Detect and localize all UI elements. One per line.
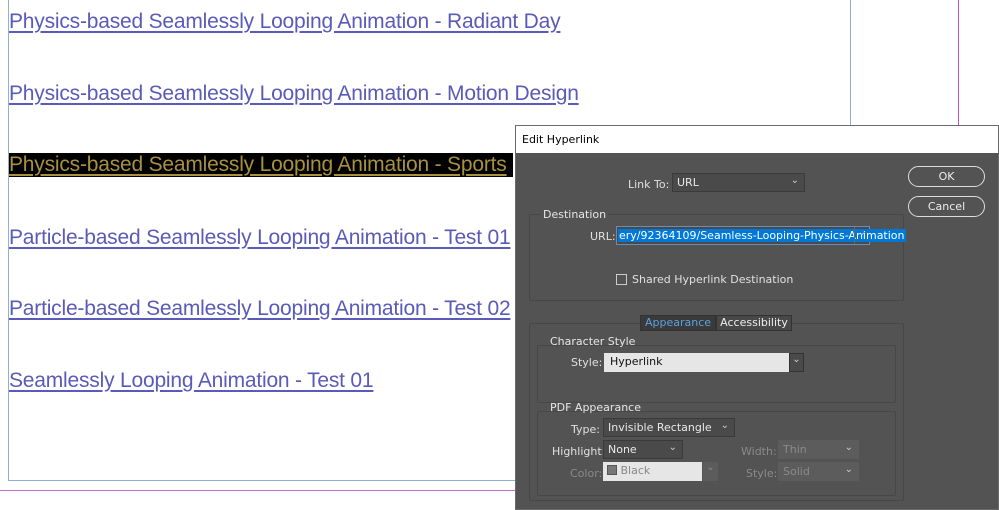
hyperlink-text[interactable]: Physics-based Seamlessly Looping Animati… xyxy=(9,10,561,34)
border-style-dropdown: Solid ⌄ xyxy=(778,462,859,481)
shared-destination-label: Shared Hyperlink Destination xyxy=(632,273,794,286)
chevron-down-icon[interactable]: ⌄ xyxy=(789,353,804,372)
highlight-dropdown[interactable]: None ⌄ xyxy=(603,440,683,459)
hyperlink-text[interactable]: Seamlessly Looping Animation - Test 01 xyxy=(9,369,374,393)
tab-appearance[interactable]: Appearance xyxy=(640,315,716,331)
edit-hyperlink-dialog: Edit Hyperlink OK Cancel Link To: URL ⌄ D… xyxy=(515,125,999,510)
style-dropdown[interactable]: Hyperlink xyxy=(604,353,791,372)
color-label: Color: xyxy=(570,467,603,480)
highlight-value: None xyxy=(608,443,637,456)
type-label: Type: xyxy=(571,423,600,436)
type-dropdown[interactable]: Invisible Rectangle ⌄ xyxy=(603,418,735,437)
border-style-value: Solid xyxy=(783,465,810,478)
type-value: Invisible Rectangle xyxy=(608,421,712,434)
link-to-dropdown[interactable]: URL ⌄ xyxy=(672,173,805,192)
chevron-down-icon: ⌄ xyxy=(668,442,677,453)
hyperlink-text[interactable]: Particle-based Seamlessly Looping Animat… xyxy=(9,226,511,250)
chevron-down-icon: ⌄ xyxy=(844,442,853,453)
style-label: Style: xyxy=(571,356,603,369)
chevron-down-icon: ⌄ xyxy=(720,420,729,431)
width-value: Thin xyxy=(783,443,807,456)
url-input[interactable]: ery/92364109/Seamless-Looping-Physics-An… xyxy=(616,226,906,245)
chevron-down-icon: ⌄ xyxy=(703,462,718,481)
link-to-value: URL xyxy=(677,176,699,189)
url-label: URL: xyxy=(590,230,616,243)
link-to-label: Link To: xyxy=(628,178,670,191)
highlight-label: Highlight: xyxy=(552,445,606,458)
color-swatch-icon xyxy=(607,465,617,475)
color-value: Black xyxy=(620,464,651,477)
hyperlink-text[interactable]: Physics-based Seamlessly Looping Animati… xyxy=(9,82,579,106)
width-label: Width: xyxy=(741,445,777,458)
destination-label: Destination xyxy=(541,208,609,221)
chevron-down-icon: ⌄ xyxy=(844,464,853,475)
hyperlink-text-selected[interactable]: Physics-based Seamlessly Looping Animati… xyxy=(9,153,513,177)
tab-accessibility[interactable]: Accessibility xyxy=(716,315,792,331)
character-style-label: Character Style xyxy=(550,335,636,348)
width-dropdown: Thin ⌄ xyxy=(778,440,859,459)
margin-guide xyxy=(958,0,959,130)
chevron-down-icon: ⌄ xyxy=(790,175,799,186)
margin-guide xyxy=(0,490,520,491)
color-dropdown: Black xyxy=(603,462,702,481)
shared-destination-checkbox[interactable] xyxy=(616,274,627,285)
pdf-appearance-label: PDF Appearance xyxy=(550,401,641,414)
dialog-title: Edit Hyperlink xyxy=(516,126,998,153)
chevron-down-icon[interactable]: ⌄ xyxy=(854,227,869,244)
cancel-button[interactable]: Cancel xyxy=(908,196,985,217)
hyperlink-text[interactable]: Particle-based Seamlessly Looping Animat… xyxy=(9,297,511,321)
ok-button[interactable]: OK xyxy=(908,166,985,187)
style2-label: Style: xyxy=(746,467,778,480)
